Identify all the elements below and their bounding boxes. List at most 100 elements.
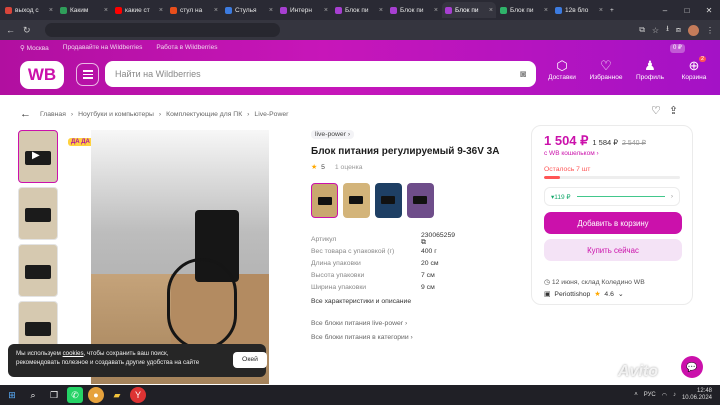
tab-close-icon[interactable]: × — [489, 7, 493, 14]
wifi-icon[interactable]: ◠ — [662, 392, 667, 399]
wb-logo[interactable]: WB — [20, 61, 64, 89]
sell-link[interactable]: Продавайте на Wildberries — [63, 44, 143, 52]
tab-close-icon[interactable]: × — [434, 7, 438, 14]
whatsapp-icon[interactable]: ✆ — [67, 387, 83, 403]
clock[interactable]: 12:48 10.06.2024 — [682, 388, 712, 401]
task-view-icon[interactable]: ❐ — [46, 387, 62, 403]
search-input[interactable] — [115, 69, 520, 79]
volume-icon[interactable]: ♪ — [673, 392, 676, 398]
install-app-icon[interactable]: ⧉ — [639, 25, 645, 35]
profile-avatar[interactable] — [688, 24, 699, 36]
tab-close-icon[interactable]: × — [544, 7, 548, 14]
breadcrumb-item[interactable]: Комплектующие для ПК — [166, 111, 242, 118]
tab-close-icon[interactable]: × — [269, 7, 273, 14]
tab-close-icon[interactable]: × — [379, 7, 383, 14]
header-nav: ⬡ Доставки ♡ Избранное ♟ Профиль ⊕ 2 Кор… — [540, 56, 716, 81]
tab-close-icon[interactable]: × — [214, 7, 218, 14]
windows-start-icon[interactable]: ⊞ — [4, 387, 20, 403]
variant-option[interactable] — [407, 183, 434, 218]
favorite-heart-icon[interactable]: ♡ — [651, 104, 661, 117]
nav-cart[interactable]: ⊕ 2 Корзина — [672, 56, 716, 81]
breadcrumb-item[interactable]: Ноутбуки и компьютеры — [78, 111, 154, 118]
search-icon[interactable]: ⌕ — [25, 387, 41, 403]
close-window-icon[interactable]: ✕ — [698, 6, 720, 15]
new-tab-icon[interactable]: + — [607, 2, 621, 18]
yandex-browser-icon[interactable]: Y — [130, 387, 146, 403]
back-arrow-icon[interactable]: ← — [20, 108, 31, 120]
catalog-menu-button[interactable] — [76, 63, 99, 86]
file-explorer-icon[interactable]: ▰ — [109, 387, 125, 403]
all-specs-link[interactable]: Все характеристики и описание — [311, 298, 411, 305]
tab-close-icon[interactable]: × — [324, 7, 328, 14]
tab-close-icon[interactable]: × — [599, 7, 603, 14]
add-to-cart-button[interactable]: Добавить в корзину — [544, 212, 682, 234]
breadcrumb-item[interactable]: Live-Power — [254, 111, 288, 118]
nav-profile[interactable]: ♟ Профиль — [628, 58, 672, 81]
brand-category-link[interactable]: Все блоки питания live-power › — [311, 320, 413, 334]
reload-icon[interactable]: ↻ — [23, 25, 31, 36]
browser-tab[interactable]: Блок пи × — [497, 2, 551, 18]
category-link[interactable]: Все блоки питания в категории › — [311, 334, 413, 348]
browser-tab[interactable]: 12в бло × — [552, 2, 606, 18]
browser-tab[interactable]: Блок пи × — [332, 2, 386, 18]
seller-info[interactable]: ▣ Periottishop ★ 4.6 ⌄ — [544, 290, 624, 299]
browser-tab[interactable]: Блок пи × — [442, 2, 496, 18]
thumbnail-video[interactable]: ▶ — [18, 130, 58, 183]
share-icon[interactable]: ⇪ — [669, 104, 678, 117]
bookmark-star-icon[interactable]: ☆ — [652, 26, 659, 35]
breadcrumb-item[interactable]: Главная — [40, 111, 66, 118]
downloads-icon[interactable]: ⭳ — [666, 23, 669, 37]
browser-tab[interactable]: Стулья × — [222, 2, 276, 18]
location-link[interactable]: ⚲ Москва — [20, 44, 49, 52]
tab-close-icon[interactable]: × — [49, 7, 53, 14]
search-box: ◙ — [105, 61, 536, 87]
brand-tag[interactable]: live-power › — [311, 130, 355, 139]
variant-option[interactable] — [311, 183, 338, 218]
chrome-icon[interactable]: ● — [88, 387, 104, 403]
camera-search-icon[interactable]: ◙ — [520, 69, 526, 80]
spec-value-article[interactable]: 230065259 ⧉ — [421, 232, 461, 247]
wallet-note[interactable]: с WB кошельком › — [544, 150, 680, 157]
maximize-icon[interactable]: □ — [676, 6, 698, 15]
price-row: 1 504 ₽ 1 584 ₽ 2 540 ₽ — [544, 133, 680, 149]
chat-bubble-icon[interactable]: 💬 — [681, 356, 703, 378]
browser-tab[interactable]: Блок пи × — [387, 2, 441, 18]
tab-close-icon[interactable]: × — [159, 7, 163, 14]
review-count[interactable]: 1 оценка — [335, 164, 363, 171]
variant-option[interactable] — [343, 183, 370, 218]
rating-value: 5 — [321, 163, 325, 171]
thumbnail[interactable] — [18, 187, 58, 240]
variant-option[interactable] — [375, 183, 402, 218]
chevron-right-icon: › — [70, 110, 74, 118]
seller-rating: 4.6 — [604, 290, 614, 298]
work-link[interactable]: Работа в Wildberries — [156, 44, 217, 52]
browser-tab[interactable]: Интерн × — [277, 2, 331, 18]
thumbnail[interactable] — [18, 244, 58, 297]
minimize-icon[interactable]: – — [654, 6, 676, 15]
menu-dots-icon[interactable]: ⋮ — [706, 26, 714, 35]
address-bar[interactable] — [44, 23, 280, 37]
tab-close-icon[interactable]: × — [104, 7, 108, 14]
cookie-link[interactable]: cookies — [63, 350, 84, 357]
card-price: 1 584 ₽ — [592, 138, 619, 147]
language-indicator[interactable]: РУС — [644, 392, 656, 398]
shop-icon: ▣ — [544, 291, 551, 298]
browser-tab[interactable]: выход с × — [2, 2, 56, 18]
wallet-widget[interactable]: 0 ₽ — [670, 44, 685, 53]
link-label: Все блоки питания в категории — [311, 334, 409, 341]
variant-list — [311, 183, 434, 218]
nav-favorites[interactable]: ♡ Избранное — [584, 58, 628, 81]
cookie-ok-button[interactable]: Окей — [233, 352, 267, 368]
copy-icon[interactable]: ⧉ — [421, 239, 426, 246]
browser-tab[interactable]: стул на × — [167, 2, 221, 18]
nav-deliveries[interactable]: ⬡ Доставки — [540, 58, 584, 81]
tab-favicon-icon — [555, 6, 562, 14]
buy-now-button[interactable]: Купить сейчас — [544, 239, 682, 261]
price-history-widget[interactable]: ▾ 119 ₽ › — [544, 187, 680, 206]
extensions-icon[interactable]: ⧈ — [676, 25, 681, 35]
browser-tab[interactable]: какие ст × — [112, 2, 166, 18]
star-icon: ★ — [594, 291, 601, 298]
browser-tab[interactable]: Каким × — [57, 2, 111, 18]
back-arrow-icon[interactable]: ← — [6, 25, 15, 35]
tray-arrow-icon[interactable]: ˄ — [634, 392, 638, 398]
